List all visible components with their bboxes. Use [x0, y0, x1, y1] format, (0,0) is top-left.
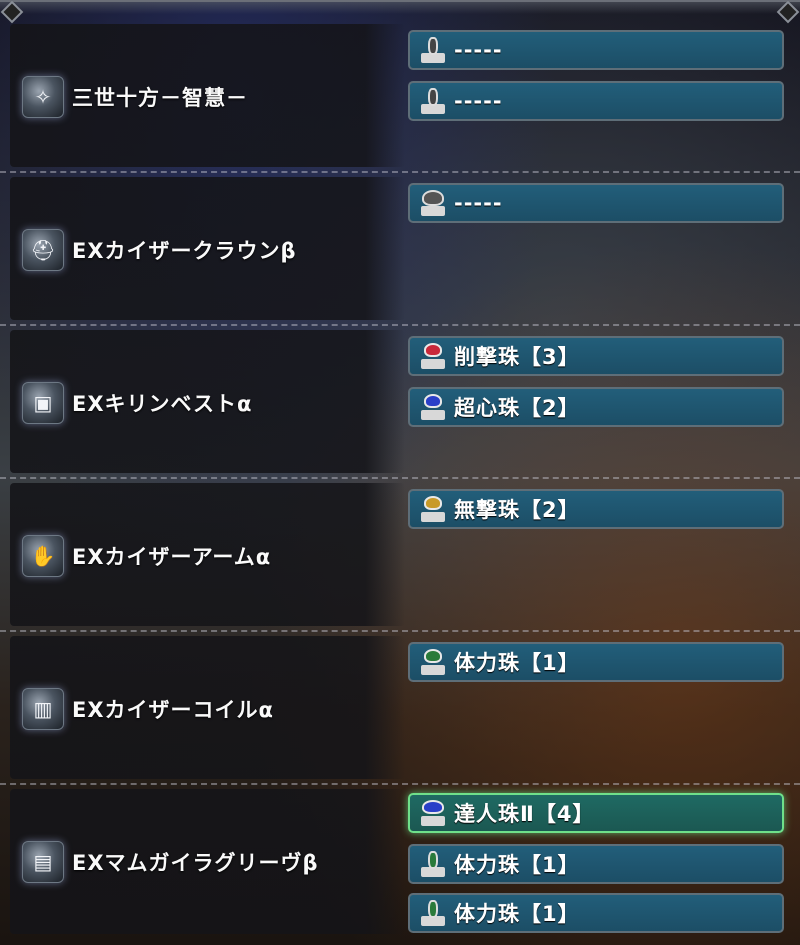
window-frame-top [0, 0, 800, 14]
decoration-slots: 削撃珠【3】 超心珠【2】 [408, 336, 784, 438]
equipment-list: ✧ 三世十方－智慧－ ----- ----- ⛑ EXカイザークラウンβ ---… [0, 20, 800, 938]
slot-label: 体力珠【1】 [454, 651, 580, 675]
equipment-name: EXカイザークラウンβ [72, 239, 297, 263]
slot-label: 達人珠Ⅱ【4】 [454, 802, 595, 826]
slot-label: ----- [454, 38, 503, 62]
decoration-slot[interactable]: 体力珠【1】 [408, 642, 784, 682]
decoration-slots: ----- ----- [408, 30, 784, 132]
equipment-name: EXキリンベストα [72, 392, 253, 416]
slot-label: ----- [454, 191, 503, 215]
green-decoration-icon [418, 649, 448, 675]
equipment-row-chest[interactable]: ▣ EXキリンベストα 削撃珠【3】 超心珠【2】 [0, 326, 800, 479]
blue-decoration-icon [418, 800, 448, 826]
decoration-slot[interactable]: 体力珠【1】 [408, 893, 784, 933]
decoration-slot[interactable]: ----- [408, 183, 784, 223]
equipment-row-head[interactable]: ⛑ EXカイザークラウンβ ----- [0, 173, 800, 326]
empty-slot-icon [418, 190, 448, 216]
equipment-name: EXカイザーアームα [72, 545, 272, 569]
red-decoration-icon [418, 343, 448, 369]
slot-label: 無撃珠【2】 [454, 498, 580, 522]
equipment-head: ⛑ EXカイザークラウンβ [22, 229, 297, 271]
equipment-row-arms[interactable]: ✋ EXカイザーアームα 無撃珠【2】 [0, 479, 800, 632]
equipment-charm: ✧ 三世十方－智慧－ [22, 76, 248, 118]
waist-icon: ▥ [22, 688, 64, 730]
green-decoration-icon [418, 900, 448, 926]
decoration-slot[interactable]: 削撃珠【3】 [408, 336, 784, 376]
equipment-row-legs[interactable]: ▤ EXマムガイラグリーヴβ 達人珠Ⅱ【4】 体力珠【1】 体力珠【1】 [0, 785, 800, 938]
slot-label: 体力珠【1】 [454, 853, 580, 877]
blue-decoration-icon [418, 394, 448, 420]
chest-icon: ▣ [22, 382, 64, 424]
equipment-name: 三世十方－智慧－ [72, 86, 248, 110]
decoration-slots: 達人珠Ⅱ【4】 体力珠【1】 体力珠【1】 [408, 793, 784, 944]
equipment-legs: ▤ EXマムガイラグリーヴβ [22, 841, 319, 883]
slot-label: 体力珠【1】 [454, 902, 580, 926]
decoration-slot-selected[interactable]: 達人珠Ⅱ【4】 [408, 793, 784, 833]
decoration-slots: 体力珠【1】 [408, 642, 784, 693]
decoration-slot[interactable]: 超心珠【2】 [408, 387, 784, 427]
slot-label: 削撃珠【3】 [454, 345, 580, 369]
slot-label: 超心珠【2】 [454, 396, 580, 420]
equipment-row-charm[interactable]: ✧ 三世十方－智慧－ ----- ----- [0, 20, 800, 173]
decoration-slot[interactable]: ----- [408, 30, 784, 70]
decoration-slots: ----- [408, 183, 784, 234]
equipment-row-waist[interactable]: ▥ EXカイザーコイルα 体力珠【1】 [0, 632, 800, 785]
empty-slot-icon [418, 88, 448, 114]
legs-icon: ▤ [22, 841, 64, 883]
decoration-slot[interactable]: 無撃珠【2】 [408, 489, 784, 529]
slot-label: ----- [454, 89, 503, 113]
green-decoration-icon [418, 851, 448, 877]
arm-icon: ✋ [22, 535, 64, 577]
equipment-chest: ▣ EXキリンベストα [22, 382, 252, 424]
empty-slot-icon [418, 37, 448, 63]
decoration-slot[interactable]: ----- [408, 81, 784, 121]
charm-icon: ✧ [22, 76, 64, 118]
decoration-slot[interactable]: 体力珠【1】 [408, 844, 784, 884]
helm-icon: ⛑ [22, 229, 64, 271]
equipment-name: EXマムガイラグリーヴβ [72, 851, 319, 875]
equipment-arms: ✋ EXカイザーアームα [22, 535, 271, 577]
gold-decoration-icon [418, 496, 448, 522]
equipment-name: EXカイザーコイルα [72, 698, 274, 722]
decoration-slots: 無撃珠【2】 [408, 489, 784, 540]
equipment-waist: ▥ EXカイザーコイルα [22, 688, 274, 730]
